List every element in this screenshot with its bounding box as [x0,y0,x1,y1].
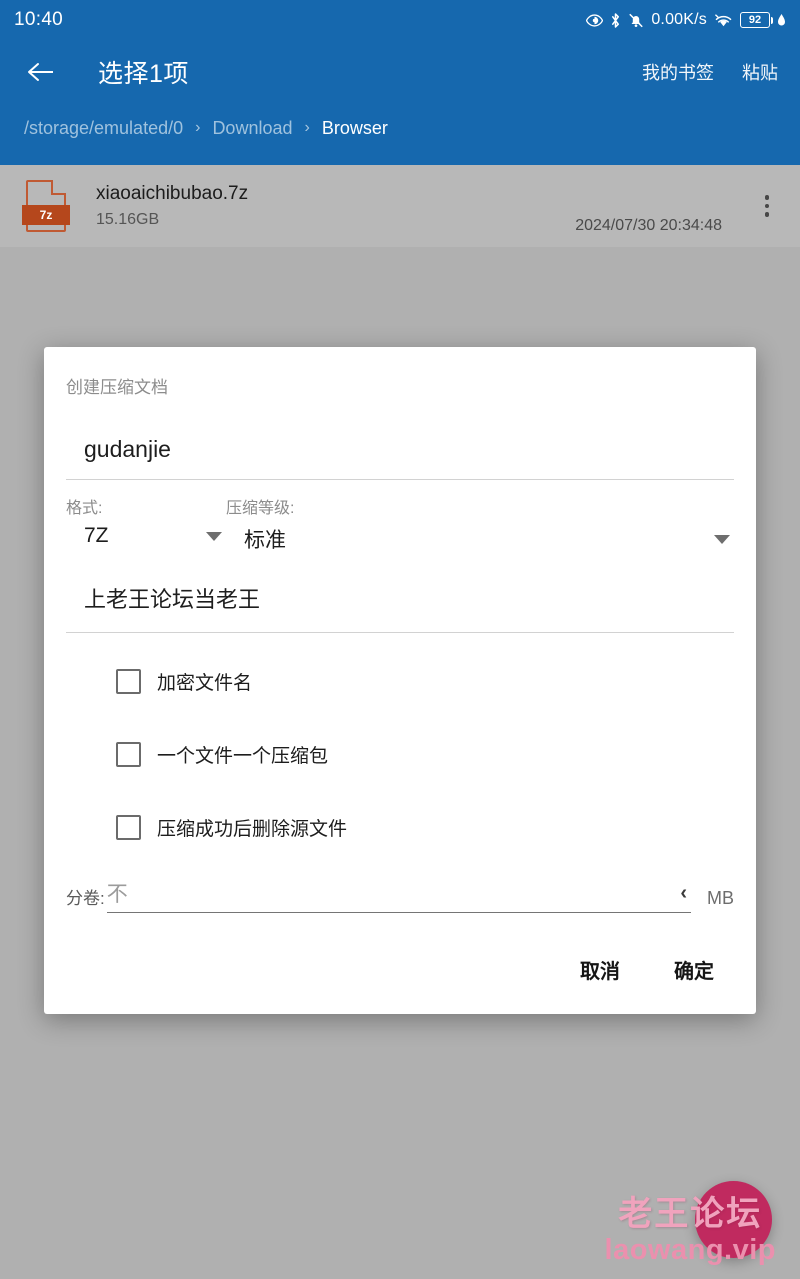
file-size: 15.16GB [96,211,160,228]
my-bookmarks-button[interactable]: 我的书签 [642,59,714,85]
options-list: 加密文件名 一个文件一个压缩包 压缩成功后删除源文件 [66,633,734,864]
table-row[interactable]: 7z xiaoaichibubao.7z 15.16GB 2024/07/30 … [0,165,800,247]
status-bar: 10:40 0.00K/s 92 [0,0,800,40]
format-level-row: 格式: 7Z 压缩等级: 标准 [66,480,734,554]
chevron-left-icon[interactable]: ‹ [680,883,691,903]
option-label: 一个文件一个压缩包 [157,746,329,767]
add-fab[interactable] [695,1181,772,1258]
wifi-icon [714,13,733,28]
split-volume-placeholder: 不 [106,883,128,906]
compression-level-value: 标准 [244,529,286,552]
charging-drop-icon [777,13,786,28]
more-vert-icon[interactable] [756,189,778,223]
format-selector[interactable]: 格式: 7Z [66,494,226,548]
dialog-body: gudanjie 格式: 7Z 压缩等级: 标准 上老王论坛当老王 加密文件名 … [44,406,756,913]
option-label: 压缩成功后删除源文件 [157,819,348,840]
split-volume-unit: MB [707,888,734,908]
dialog-actions: 取消 确定 [44,913,756,1014]
compression-level-selector[interactable]: 压缩等级: 标准 [226,494,734,554]
option-one-archive-per-file[interactable]: 一个文件一个压缩包 [66,718,734,791]
breadcrumb-separator-icon: › [195,119,201,136]
app-bar-actions: 我的书签 粘贴 [642,59,778,85]
paste-button[interactable]: 粘贴 [742,59,778,85]
archive-7z-icon: 7z [22,178,70,234]
option-delete-source-after[interactable]: 压缩成功后删除源文件 [66,791,734,864]
checkbox-one-archive-per-file[interactable] [116,742,141,767]
app-bar: 选择1项 我的书签 粘贴 /storage/emulated/0 › Downl… [0,40,800,165]
format-label: 格式: [66,500,103,517]
compression-level-label: 压缩等级: [226,500,295,517]
option-encrypt-filenames[interactable]: 加密文件名 [66,645,734,718]
breadcrumb-separator-icon: › [304,119,310,136]
file-date: 2024/07/30 20:34:48 [575,217,722,234]
network-speed: 0.00K/s [651,11,707,28]
confirm-button[interactable]: 确定 [668,951,720,988]
chevron-down-icon[interactable] [206,531,222,541]
breadcrumb-item-download[interactable]: Download [212,118,292,139]
bluetooth-icon [610,12,621,29]
battery-icon: 92 [740,12,773,28]
status-clock: 10:40 [14,9,64,30]
split-volume-row: 分卷: 不 ‹ MB [66,864,734,913]
option-label: 加密文件名 [157,673,253,694]
create-archive-dialog: 创建压缩文档 gudanjie 格式: 7Z 压缩等级: 标准 上老王论坛当老王 [44,347,756,1014]
bell-muted-icon [628,12,644,29]
app-bar-top: 选择1项 我的书签 粘贴 [0,40,800,104]
archive-badge-label: 7z [39,208,53,222]
status-icons: 0.00K/s 92 [586,11,786,29]
file-info: xiaoaichibubao.7z 15.16GB [96,183,575,229]
page-title: 选择1项 [98,60,189,88]
split-volume-input[interactable]: 不 ‹ [106,878,691,913]
archive-name-input[interactable]: gudanjie [66,406,734,480]
breadcrumb-item-browser[interactable]: Browser [322,118,388,139]
cancel-button[interactable]: 取消 [574,951,626,988]
eye-icon [586,13,604,27]
chevron-down-icon[interactable] [714,534,730,544]
checkbox-delete-source-after[interactable] [116,815,141,840]
dialog-title: 创建压缩文档 [66,378,168,397]
breadcrumb: /storage/emulated/0 › Download › Browser [0,104,800,152]
battery-level: 92 [748,13,762,26]
format-value: 7Z [84,524,109,547]
password-input[interactable]: 上老王论坛当老王 [66,554,734,633]
back-arrow-icon[interactable] [24,55,58,89]
split-volume-label: 分卷: [66,889,105,908]
checkbox-encrypt-filenames[interactable] [116,669,141,694]
breadcrumb-item-root[interactable]: /storage/emulated/0 [24,118,183,139]
file-name: xiaoaichibubao.7z [96,183,249,204]
